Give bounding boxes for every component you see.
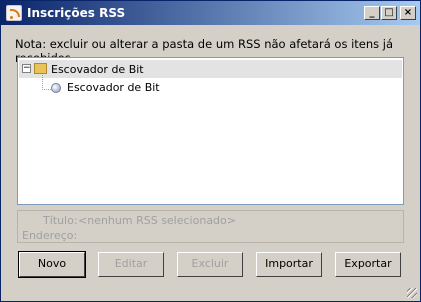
address-field-label: Endereço: (22, 229, 78, 242)
new-button-label: Novo (37, 257, 67, 270)
title-field-label: Título: (43, 214, 78, 227)
delete-button[interactable]: Excluir (177, 252, 243, 277)
feed-details-panel: Título: <nenhum RSS selecionado> Endereç… (17, 210, 404, 243)
folder-icon (34, 63, 47, 74)
new-button[interactable]: Novo (18, 251, 86, 278)
delete-button-label: Excluir (191, 257, 229, 270)
collapse-toggle-icon[interactable]: − (22, 64, 31, 73)
close-icon: × (403, 7, 413, 18)
edit-button-label: Editar (114, 257, 148, 270)
window-title: Inscrições RSS (27, 6, 126, 20)
import-button-label: Importar (265, 257, 313, 270)
feed-tree[interactable]: − Escovador de Bit Escovador de Bit (17, 57, 404, 205)
tree-folder-label[interactable]: Escovador de Bit (51, 63, 144, 76)
feed-icon (51, 83, 61, 93)
minimize-icon: _ (369, 7, 375, 18)
tree-feed-label[interactable]: Escovador de Bit (67, 81, 160, 94)
minimize-button[interactable]: _ (364, 6, 380, 20)
export-button-label: Exportar (344, 257, 392, 270)
title-field-value: <nenhum RSS selecionado> (78, 214, 236, 227)
edit-button[interactable]: Editar (98, 252, 164, 277)
close-button[interactable]: × (400, 6, 416, 20)
resize-grip-icon[interactable] (407, 288, 417, 298)
maximize-button[interactable]: □ (381, 6, 397, 20)
export-button[interactable]: Exportar (335, 252, 401, 277)
maximize-icon: □ (384, 7, 394, 18)
title-bar[interactable]: Inscrições RSS _ □ × (1, 1, 420, 25)
rss-subscriptions-dialog: Inscrições RSS _ □ × Nota: excluir ou al… (0, 0, 421, 302)
import-button[interactable]: Importar (256, 252, 322, 277)
rss-icon (6, 5, 22, 21)
